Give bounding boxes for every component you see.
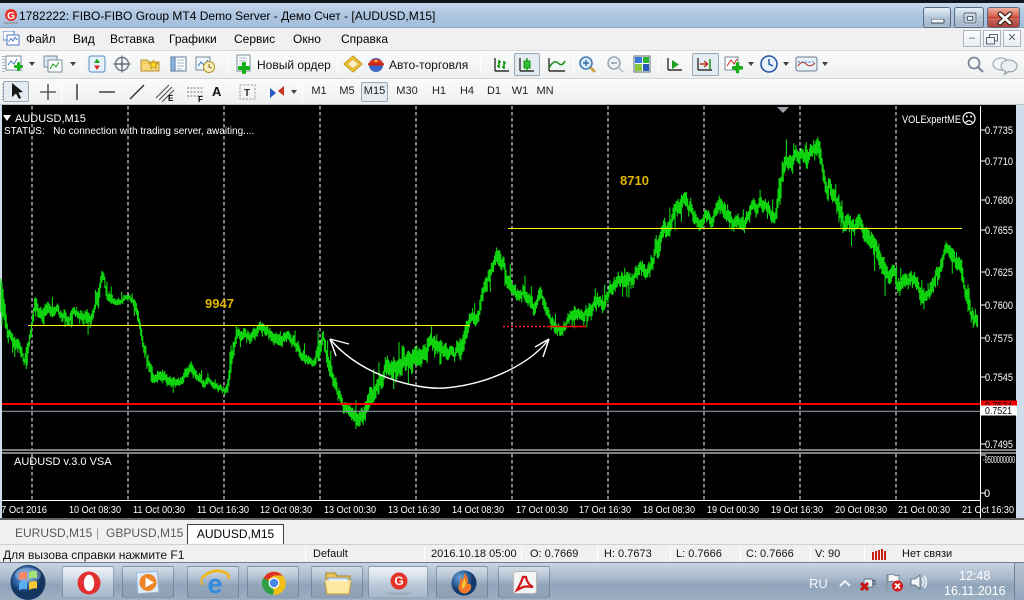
- svg-text:G: G: [394, 574, 403, 588]
- svg-text:0.7575: 0.7575: [985, 333, 1013, 345]
- svg-text:12 Oct 08:30: 12 Oct 08:30: [260, 504, 312, 516]
- svg-text:11 Oct 00:30: 11 Oct 00:30: [133, 504, 185, 516]
- svg-text:0: 0: [984, 488, 990, 500]
- svg-text:F: F: [198, 95, 203, 104]
- svg-text:FIBOGROUP: FIBOGROUP: [387, 591, 411, 596]
- svg-text:0.7495: 0.7495: [985, 439, 1013, 451]
- svg-text:21 Oct 16:30: 21 Oct 16:30: [962, 504, 1014, 516]
- svg-text:0.7600: 0.7600: [985, 300, 1013, 312]
- svg-text:14 Oct 08:30: 14 Oct 08:30: [452, 504, 504, 516]
- svg-text:20 Oct 08:30: 20 Oct 08:30: [835, 504, 887, 516]
- svg-text:-9500000000: -9500000000: [983, 455, 1015, 466]
- svg-text:0.7625: 0.7625: [985, 267, 1013, 279]
- svg-text:STATUS: No connection with t: STATUS: No connection with trading serve…: [4, 126, 254, 137]
- svg-text:11 Oct 16:30: 11 Oct 16:30: [197, 504, 249, 516]
- svg-text:8710: 8710: [620, 173, 649, 188]
- svg-text:E: E: [168, 94, 174, 103]
- svg-text:0.7710: 0.7710: [985, 156, 1013, 168]
- svg-text:0.7545: 0.7545: [985, 372, 1013, 384]
- svg-text:0.7521: 0.7521: [985, 405, 1012, 417]
- svg-text:13 Oct 00:30: 13 Oct 00:30: [324, 504, 376, 516]
- svg-text:7 Oct 2016: 7 Oct 2016: [1, 504, 47, 516]
- svg-text:19 Oct 16:30: 19 Oct 16:30: [771, 504, 823, 516]
- svg-text:10 Oct 08:30: 10 Oct 08:30: [69, 504, 121, 516]
- svg-text:17 Oct 00:30: 17 Oct 00:30: [516, 504, 568, 516]
- svg-text:0.7680: 0.7680: [985, 195, 1013, 207]
- svg-text:G: G: [7, 11, 15, 22]
- svg-text:AUDUSD v.3.0 VSA: AUDUSD v.3.0 VSA: [14, 456, 112, 468]
- svg-text:13 Oct 16:30: 13 Oct 16:30: [388, 504, 440, 516]
- svg-text:17 Oct 16:30: 17 Oct 16:30: [579, 504, 631, 516]
- svg-text:VOLExpertME: VOLExpertME: [902, 114, 961, 126]
- svg-text:T: T: [244, 88, 250, 99]
- svg-text:0.7655: 0.7655: [985, 225, 1013, 237]
- svg-text:0.7735: 0.7735: [985, 125, 1013, 137]
- svg-text:AUDUSD,M15: AUDUSD,M15: [15, 113, 86, 125]
- svg-text:9947: 9947: [205, 296, 234, 311]
- svg-text:18 Oct 08:30: 18 Oct 08:30: [643, 504, 695, 516]
- svg-text:19 Oct 00:30: 19 Oct 00:30: [707, 504, 759, 516]
- svg-text:21 Oct 00:30: 21 Oct 00:30: [898, 504, 950, 516]
